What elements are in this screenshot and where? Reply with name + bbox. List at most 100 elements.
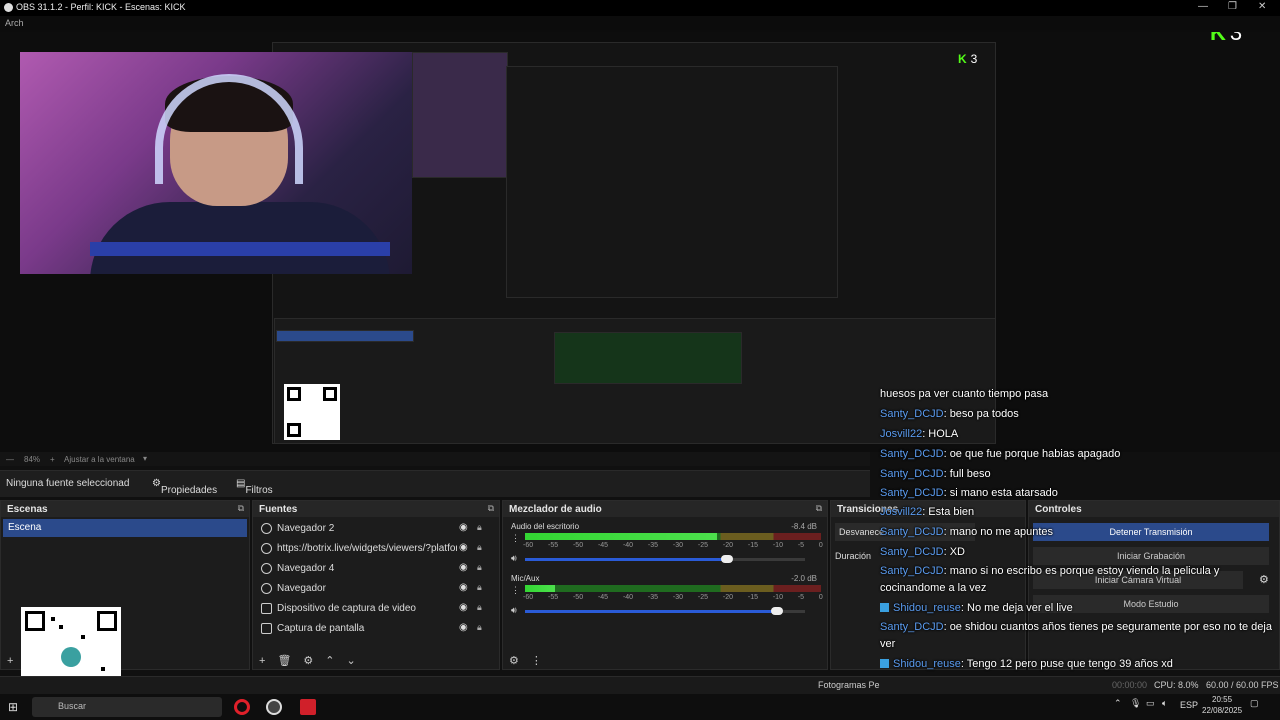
maximize-button[interactable]: ❐ xyxy=(1228,1,1237,12)
lock-icon[interactable]: 🔒︎ xyxy=(477,622,482,633)
chat-overlay: huesos pa ver cuanto tiempo pasa Santy_DC… xyxy=(876,386,1280,698)
clock-date[interactable]: 22/08/2025 xyxy=(1202,706,1242,715)
lock-icon[interactable]: 🔒︎ xyxy=(477,582,482,593)
undock-icon[interactable]: ⧉ xyxy=(238,503,244,514)
meter-tick-label: -25 xyxy=(697,594,709,601)
meter-tick-label: -50 xyxy=(572,594,584,601)
eye-icon[interactable]: ◉ xyxy=(459,582,468,593)
mixer-settings-icon[interactable]: ⚙ xyxy=(509,655,519,667)
zoom-in-button[interactable]: + xyxy=(50,455,55,464)
recursive-webcam xyxy=(412,52,508,178)
windows-start-icon[interactable]: ⊞ xyxy=(8,700,18,714)
source-item[interactable]: Dispositivo de captura de video ◉ 🔒︎ xyxy=(253,599,499,619)
chat-message: Santy_DCJD: XD xyxy=(880,544,1276,561)
channel-name: Audio del escritorio xyxy=(511,522,580,531)
eye-icon[interactable]: ◉ xyxy=(459,542,468,553)
properties-button[interactable]: ⚙ Propiedades xyxy=(152,478,217,496)
kick-viewer-badge: K3 xyxy=(1210,32,1242,46)
slider-handle[interactable] xyxy=(720,555,733,563)
speaker-icon[interactable]: 🔊︎ xyxy=(511,553,517,564)
chat-username: Josvill22 xyxy=(880,506,923,518)
mixer-title: Mezclador de audio xyxy=(509,504,602,515)
undock-icon[interactable]: ⧉ xyxy=(816,503,822,514)
chat-text: : Esta bien xyxy=(922,506,975,518)
scene-item[interactable]: Escena xyxy=(3,519,247,537)
source-item[interactable]: Navegador 4 ◉ 🔒︎ xyxy=(253,559,499,579)
meter-tick-label: -15 xyxy=(747,542,758,549)
chat-message: Santy_DCJD: beso pa todos xyxy=(880,406,1276,423)
add-scene-button[interactable]: + xyxy=(7,655,13,667)
meter-tick-label: -20 xyxy=(722,542,733,549)
speaker-icon[interactable]: 🔊︎ xyxy=(511,605,517,616)
gear-icon[interactable]: ⚙ xyxy=(303,655,313,667)
chat-username: Shidou_reuse xyxy=(893,658,961,670)
volume-icon[interactable]: 🔈︎ xyxy=(1162,698,1167,709)
source-item[interactable]: https://botrix.live/widgets/viewers/?pla… xyxy=(253,539,499,559)
microphone-icon[interactable]: 🎙︎ xyxy=(1130,698,1141,709)
lock-icon[interactable]: 🔒︎ xyxy=(477,602,482,613)
chat-text: : beso pa todos xyxy=(943,408,1019,420)
volume-slider[interactable] xyxy=(525,607,805,615)
chevron-down-icon[interactable]: ▾ xyxy=(143,454,147,463)
kick-badge-icon xyxy=(880,659,889,668)
meter-tick-label: -60 xyxy=(523,542,534,549)
meter-tick-label: -10 xyxy=(772,542,783,549)
channel-menu-icon[interactable]: ⋮ xyxy=(511,533,520,544)
opera-icon[interactable] xyxy=(234,699,250,715)
scenes-dock: Escenas ⧉ Escena + xyxy=(0,500,250,707)
close-button[interactable]: ✕ xyxy=(1258,1,1266,12)
meter-level xyxy=(525,585,555,592)
menu-archivo[interactable]: Arch xyxy=(5,18,24,28)
chat-username: Santy_DCJD xyxy=(880,408,944,420)
notification-icon[interactable]: ▢ xyxy=(1250,698,1259,709)
eye-icon[interactable]: ◉ xyxy=(459,622,468,633)
chat-username: Santy_DCJD xyxy=(880,448,944,460)
clock-time[interactable]: 20:55 xyxy=(1212,695,1232,704)
eye-icon[interactable]: ◉ xyxy=(459,602,468,613)
move-up-icon[interactable]: ⌃ xyxy=(325,655,334,667)
eye-icon[interactable]: ◉ xyxy=(459,562,468,573)
recursive-scene xyxy=(276,330,414,342)
minimize-button[interactable]: — xyxy=(1198,1,1208,12)
webcam-feed xyxy=(20,52,412,274)
add-source-button[interactable]: + xyxy=(259,655,265,667)
meter-tick-label: -30 xyxy=(672,542,684,549)
recursive-preview-inner xyxy=(506,66,838,298)
eye-icon[interactable]: ◉ xyxy=(459,522,468,533)
chat-username: Santy_DCJD xyxy=(880,565,944,577)
chevron-up-icon[interactable]: ⌃ xyxy=(1114,698,1122,709)
channel-menu-icon[interactable]: ⋮ xyxy=(511,585,520,596)
scenes-title: Escenas xyxy=(7,504,48,515)
source-item[interactable]: Navegador ◉ 🔒︎ xyxy=(253,579,499,599)
camera-icon xyxy=(261,603,272,614)
channel-db: -8.4 dB xyxy=(791,522,817,531)
filters-button[interactable]: ▤ Filtros xyxy=(236,478,273,496)
lock-icon[interactable]: 🔒︎ xyxy=(477,562,482,573)
window-title: OBS 31.1.2 - Perfil: KICK - Escenas: KIC… xyxy=(16,2,186,12)
app-taskbar-icon[interactable] xyxy=(300,699,316,715)
meter-tick-label: -15 xyxy=(747,594,758,601)
lock-icon[interactable]: 🔒︎ xyxy=(477,542,482,553)
network-icon[interactable]: ▭ xyxy=(1146,698,1155,709)
meter-tick-label: -40 xyxy=(622,542,634,549)
volume-slider[interactable] xyxy=(525,555,805,563)
audio-mixer-dock: Mezclador de audio ⧉ Audio del escritorio… xyxy=(502,500,828,670)
move-down-icon[interactable]: ⌄ xyxy=(347,655,356,667)
source-item[interactable]: Navegador 2 ◉ 🔒︎ xyxy=(253,519,499,539)
fit-window-label[interactable]: Ajustar a la ventana xyxy=(64,455,135,464)
undock-icon[interactable]: ⧉ xyxy=(488,503,494,514)
zoom-out-button[interactable]: — xyxy=(6,455,14,464)
meter-tick-label: -50 xyxy=(572,542,584,549)
lock-icon[interactable]: 🔒︎ xyxy=(477,522,482,533)
chat-message: Santy_DCJD: oe shidou cuantos años tiene… xyxy=(880,619,1276,653)
source-item[interactable]: Captura de pantalla ◉ 🔒︎ xyxy=(253,619,499,639)
obs-taskbar-icon[interactable] xyxy=(266,699,282,715)
meter-tick-label: -55 xyxy=(547,594,559,601)
audio-meter xyxy=(525,533,821,540)
taskbar-search[interactable]: Buscar xyxy=(32,697,222,717)
mixer-menu-icon[interactable]: ⋮ xyxy=(531,655,542,667)
trash-icon[interactable]: 🗑︎ xyxy=(277,655,291,667)
kick-logo-icon: K xyxy=(1210,32,1226,45)
slider-handle[interactable] xyxy=(771,607,783,615)
language-indicator[interactable]: ESP xyxy=(1180,700,1198,710)
